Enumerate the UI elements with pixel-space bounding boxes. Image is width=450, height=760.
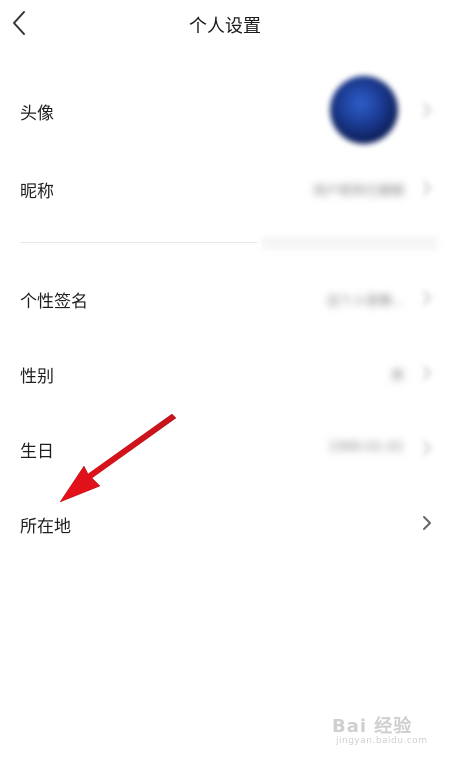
blurred-area bbox=[262, 236, 438, 250]
page-title: 个人设置 bbox=[189, 16, 261, 37]
watermark-subtext: jingyan.baidu.com bbox=[336, 736, 428, 746]
row-label: 性别 bbox=[20, 367, 54, 387]
row-label: 头像 bbox=[20, 104, 54, 124]
chevron-right-icon bbox=[423, 103, 431, 117]
row-birthday[interactable]: 生日 1990-01-01 bbox=[0, 428, 450, 468]
row-nickname[interactable]: 昵称 用户昵称已模糊 bbox=[0, 168, 450, 208]
watermark-text: Bai 经验 bbox=[332, 716, 413, 737]
row-signature[interactable]: 个性签名 这个人很懒... bbox=[0, 278, 450, 318]
header: 个人设置 bbox=[0, 0, 450, 48]
chevron-right-icon bbox=[423, 181, 431, 195]
row-value: 1990-01-01 bbox=[328, 440, 404, 455]
divider bbox=[20, 242, 257, 243]
row-value: 用户昵称已模糊 bbox=[312, 184, 404, 199]
watermark: Bai 经验 jingyan.baidu.com bbox=[332, 712, 442, 752]
row-label: 昵称 bbox=[20, 182, 54, 202]
row-label: 生日 bbox=[20, 442, 54, 462]
row-label: 个性签名 bbox=[20, 292, 88, 312]
row-location[interactable]: 所在地 bbox=[0, 503, 450, 543]
row-value: 这个人很懒... bbox=[326, 294, 404, 309]
chevron-right-icon bbox=[423, 516, 431, 530]
chevron-right-icon bbox=[423, 366, 431, 380]
row-label: 所在地 bbox=[20, 517, 71, 537]
row-value: 男 bbox=[390, 369, 404, 384]
avatar bbox=[330, 76, 398, 144]
row-avatar[interactable]: 头像 bbox=[0, 72, 450, 148]
chevron-right-icon bbox=[423, 441, 431, 455]
row-gender[interactable]: 性别 男 bbox=[0, 353, 450, 393]
chevron-right-icon bbox=[423, 291, 431, 305]
personal-settings-page: 个人设置 头像 昵称 用户昵称已模糊 个性签名 这个人很懒... 性别 男 生日… bbox=[0, 0, 450, 760]
